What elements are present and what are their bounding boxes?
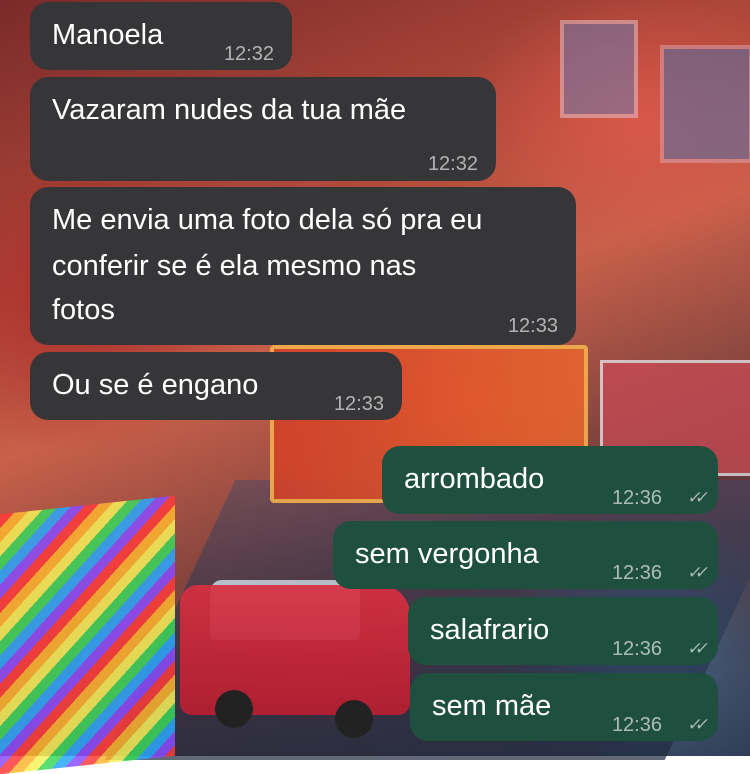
message-text: sem mãe (432, 690, 552, 722)
message-bubble-incoming[interactable]: Vazaram nudes da tua mãe 12:32 (30, 77, 496, 181)
message-sender: Manoela (52, 19, 164, 51)
message-time: 12:36 (611, 562, 662, 584)
message-time: 12:33 (507, 315, 558, 337)
wallpaper-rainbow-awning (0, 495, 175, 774)
message-time: 12:32 (223, 43, 274, 65)
message-line: fotos (52, 294, 115, 326)
message-text: arrombado (404, 463, 545, 495)
message-line: Me envia uma foto dela só pra eu (52, 204, 483, 236)
wallpaper-taxi-wheel (335, 700, 373, 738)
message-bubble-outgoing[interactable]: arrombado 12:36 ✓✓ (382, 446, 718, 514)
read-check-icon: ✓✓ (685, 488, 704, 507)
message-text: Ou se é engano (52, 369, 259, 401)
message-text: sem vergonha (355, 538, 539, 570)
read-check-icon: ✓✓ (685, 715, 704, 734)
message-bubble-incoming[interactable]: Manoela 12:32 (30, 2, 292, 70)
message-time: 12:36 (611, 487, 662, 509)
wallpaper-window (660, 45, 750, 163)
message-bubble-incoming[interactable]: Me envia uma foto dela só pra eu conferi… (30, 187, 576, 345)
read-check-icon: ✓✓ (685, 563, 704, 582)
message-time: 12:32 (427, 153, 478, 175)
message-bubble-outgoing[interactable]: sem vergonha 12:36 ✓✓ (333, 521, 718, 589)
wallpaper-taxi (180, 585, 410, 715)
message-time: 12:33 (333, 393, 384, 415)
message-bubble-outgoing[interactable]: salafrario 12:36 ✓✓ (408, 597, 718, 665)
message-text: Vazaram nudes da tua mãe (52, 94, 407, 126)
wallpaper-taxi-wheel (215, 690, 253, 728)
message-text: salafrario (430, 614, 550, 646)
wallpaper-window (560, 20, 638, 118)
message-bubble-incoming[interactable]: Ou se é engano 12:33 (30, 352, 402, 420)
message-line: conferir se é ela mesmo nas (52, 250, 417, 282)
read-check-icon: ✓✓ (685, 639, 704, 658)
message-bubble-outgoing[interactable]: sem mãe 12:36 ✓✓ (410, 673, 718, 741)
message-time: 12:36 (611, 714, 662, 736)
message-time: 12:36 (611, 638, 662, 660)
